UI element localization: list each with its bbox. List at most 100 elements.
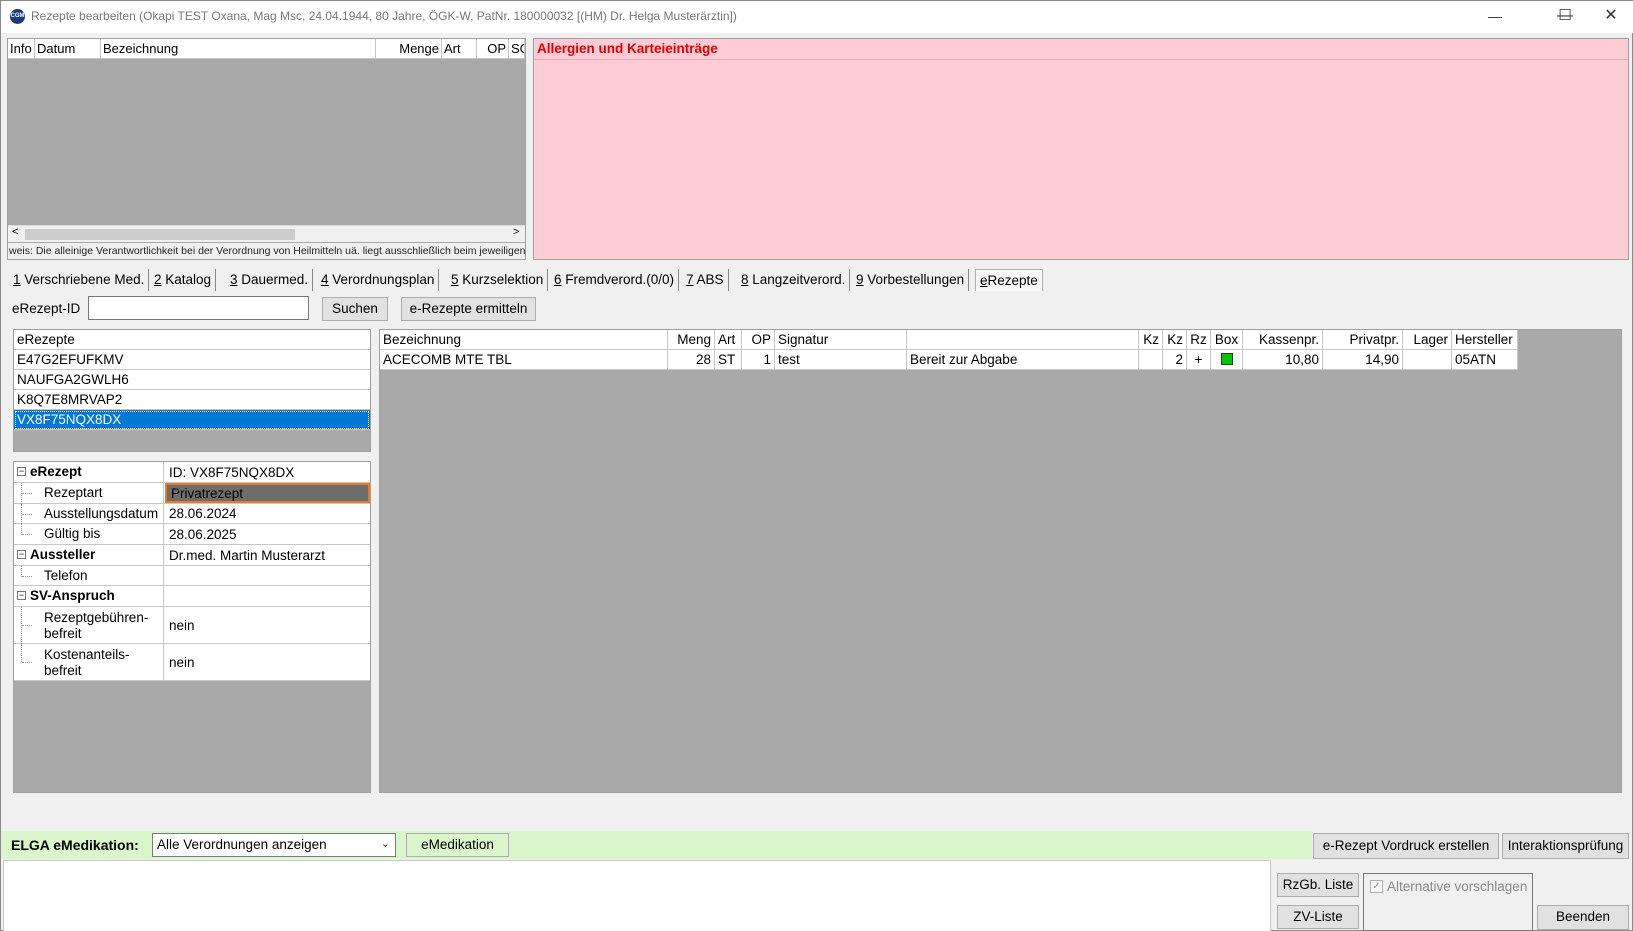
erezept-vordruck-button[interactable]: e-Rezept Vordruck erstellen bbox=[1313, 833, 1499, 859]
cell-kz1[interactable] bbox=[1139, 350, 1163, 370]
zv-liste-button[interactable]: ZV-Liste bbox=[1277, 905, 1359, 929]
scroll-right-icon[interactable]: > bbox=[513, 226, 519, 238]
col-header-menge[interactable]: Meng bbox=[668, 330, 715, 350]
col-header-box[interactable]: Box bbox=[1211, 330, 1243, 350]
tab-katalog[interactable]: 2 Katalog bbox=[150, 269, 217, 291]
col-header-datum[interactable]: Datum bbox=[35, 39, 101, 59]
notes-area[interactable] bbox=[3, 860, 1271, 931]
elga-filter-select[interactable]: Alle Verordnungen anzeigen ⌄ bbox=[152, 833, 396, 857]
col-header-bezeichnung[interactable]: Bezeichnung bbox=[101, 39, 376, 59]
cell-box[interactable] bbox=[1211, 350, 1243, 370]
col-header-bezeichnung[interactable]: Bezeichnung bbox=[380, 330, 668, 350]
col-header-signatur[interactable]: Signatur bbox=[775, 330, 907, 350]
cell-hersteller[interactable]: 05ATN bbox=[1452, 350, 1518, 370]
allergy-title: Allergien und Karteieinträge bbox=[537, 41, 718, 56]
cell-lager[interactable] bbox=[1403, 350, 1452, 370]
cell-kz2[interactable]: 2 bbox=[1163, 350, 1187, 370]
col-header-kz2[interactable]: Kz bbox=[1163, 330, 1187, 350]
collapse-icon[interactable]: − bbox=[17, 467, 26, 476]
tab-fremdverord[interactable]: 6 Fremdverord.(0/0) bbox=[550, 269, 680, 291]
maximize-icon[interactable]: ☐ bbox=[1542, 1, 1588, 33]
erezepte-list[interactable]: eRezepte E47G2EFUFKMV NAUFGA2GWLH6 K8Q7E… bbox=[13, 329, 371, 452]
prop-label: Kostenanteils- bbox=[44, 647, 130, 662]
prop-row-aussteller[interactable]: − Aussteller Dr.med. Martin Musterarzt bbox=[14, 545, 370, 566]
prop-row-rezeptgebuehren[interactable]: Rezeptgebühren- befreit nein bbox=[14, 607, 370, 644]
col-header-menge[interactable]: Menge bbox=[376, 39, 442, 59]
col-header-rz[interactable]: Rz bbox=[1187, 330, 1211, 350]
collapse-icon[interactable]: − bbox=[17, 591, 26, 600]
erezept-id-input[interactable] bbox=[88, 296, 309, 320]
tab-vorbestellungen[interactable]: 9 Vorbestellungen bbox=[852, 269, 970, 291]
rzgb-liste-button[interactable]: RzGb. Liste bbox=[1277, 873, 1359, 897]
tab-kurzselektion[interactable]: 5 Kurzselektion bbox=[447, 269, 549, 291]
interaktionspruefung-button[interactable]: Interaktionsprüfung bbox=[1502, 833, 1629, 859]
search-button[interactable]: Suchen bbox=[322, 297, 388, 321]
col-header-kz1[interactable]: Kz bbox=[1139, 330, 1163, 350]
tab-abs[interactable]: 7 ABS bbox=[682, 269, 729, 291]
cell-bezeichnung[interactable]: ACECOMB MTE TBL bbox=[380, 350, 668, 370]
main-window: CGM Rezepte bearbeiten (Okapi TEST Oxana… bbox=[0, 0, 1633, 931]
tab-label: Verordnungsplan bbox=[328, 272, 435, 287]
prop-label: Gültig bis bbox=[44, 526, 101, 541]
scroll-left-icon[interactable]: < bbox=[12, 226, 18, 238]
prop-row-ausstellungsdatum[interactable]: Ausstellungsdatum 28.06.2024 bbox=[14, 504, 370, 524]
cell-rz[interactable]: + bbox=[1187, 350, 1211, 370]
col-header-op[interactable]: OP bbox=[477, 39, 509, 59]
cell-op[interactable]: 1 bbox=[742, 350, 775, 370]
col-header-hersteller[interactable]: Hersteller bbox=[1452, 330, 1518, 350]
tab-langzeitverord[interactable]: 8 Langzeitverord. bbox=[737, 269, 851, 291]
col-header-status[interactable] bbox=[907, 330, 1139, 350]
tab-label: Langzeitverord. bbox=[748, 272, 846, 287]
col-header-info[interactable]: Info bbox=[8, 39, 35, 59]
emedikation-button[interactable]: eMedikation bbox=[406, 833, 509, 857]
cell-art[interactable]: ST bbox=[715, 350, 742, 370]
col-header-lager[interactable]: Lager bbox=[1403, 330, 1452, 350]
prop-row-telefon[interactable]: Telefon bbox=[14, 566, 370, 586]
prop-row-gueltig-bis[interactable]: Gültig bis 28.06.2025 bbox=[14, 524, 370, 545]
responsibility-note: weis: Die alleinige Verantwortlichkeit b… bbox=[8, 243, 525, 259]
cell-signatur[interactable]: test bbox=[775, 350, 907, 370]
col-header-art[interactable]: Art bbox=[442, 39, 477, 59]
scrollbar-thumb[interactable] bbox=[25, 229, 295, 240]
prop-row-sv-anspruch[interactable]: − SV-Anspruch bbox=[14, 586, 370, 607]
tab-key: 6 bbox=[554, 272, 562, 287]
title-bar: CGM Rezepte bearbeiten (Okapi TEST Oxana… bbox=[1, 1, 1633, 33]
medication-grid[interactable]: Bezeichnung Meng Art OP Signatur Kz Kz R… bbox=[379, 329, 1622, 793]
tab-verordnungsplan[interactable]: 4 Verordnungsplan bbox=[317, 269, 440, 291]
prop-row-kostenanteil[interactable]: Kostenanteils- befreit nein bbox=[14, 644, 370, 681]
alternative-option-box: ✓ Alternative vorschlagen bbox=[1363, 873, 1533, 931]
tab-verschriebene-med[interactable]: 1 Verschriebene Med. bbox=[9, 269, 150, 291]
fetch-erezepte-button[interactable]: e-Rezepte ermitteln bbox=[401, 297, 536, 321]
col-header-art[interactable]: Art bbox=[715, 330, 742, 350]
horizontal-scrollbar[interactable]: < > bbox=[8, 225, 525, 242]
col-header-kassenpr[interactable]: Kassenpr. bbox=[1243, 330, 1323, 350]
beenden-button[interactable]: Beenden bbox=[1537, 905, 1629, 930]
list-item-selected[interactable]: VX8F75NQX8DX bbox=[14, 410, 370, 430]
tab-key: 9 bbox=[856, 272, 864, 287]
prescription-history-list[interactable]: Info Datum Bezeichnung Menge Art OP SC <… bbox=[7, 38, 526, 260]
list-item[interactable]: E47G2EFUFKMV bbox=[14, 350, 370, 370]
col-header-privatpr[interactable]: Privatpr. bbox=[1323, 330, 1403, 350]
prop-value-selected[interactable]: Privatrezept bbox=[165, 483, 370, 503]
tab-erezepte[interactable]: eRezepte bbox=[975, 269, 1043, 291]
alternative-checkbox[interactable]: ✓ bbox=[1370, 880, 1383, 893]
cell-menge[interactable]: 28 bbox=[668, 350, 715, 370]
collapse-icon[interactable]: − bbox=[17, 550, 26, 559]
tab-dauermed[interactable]: 3 Dauermed. bbox=[226, 269, 314, 291]
col-header-sc[interactable]: SC bbox=[509, 39, 525, 59]
tab-key: 1 bbox=[13, 272, 21, 287]
alternative-label: Alternative vorschlagen bbox=[1387, 879, 1528, 894]
prop-row-rezeptart[interactable]: Rezeptart Privatrezept bbox=[14, 483, 370, 504]
list-item[interactable]: K8Q7E8MRVAP2 bbox=[14, 390, 370, 410]
list-item[interactable]: NAUFGA2GWLH6 bbox=[14, 370, 370, 390]
close-icon[interactable]: ✕ bbox=[1588, 1, 1633, 33]
prop-row-erezept[interactable]: − eRezept ID: VX8F75NQX8DX bbox=[14, 462, 370, 483]
tab-key: e bbox=[980, 273, 988, 288]
col-header-op[interactable]: OP bbox=[742, 330, 775, 350]
tab-label: Verschriebene Med. bbox=[20, 272, 145, 287]
cell-kassenpr[interactable]: 10,80 bbox=[1243, 350, 1323, 370]
cell-status[interactable]: Bereit zur Abgabe bbox=[907, 350, 1139, 370]
cell-privatpr[interactable]: 14,90 bbox=[1323, 350, 1403, 370]
minimize-icon[interactable]: — bbox=[1472, 1, 1518, 33]
elga-label: ELGA eMedikation: bbox=[11, 837, 139, 853]
